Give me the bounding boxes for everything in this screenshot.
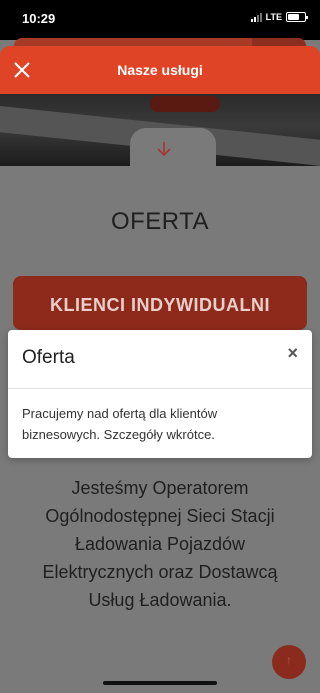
modal-close-button[interactable]: ×: [287, 343, 298, 364]
scroll-to-top-button[interactable]: ↑: [272, 645, 306, 679]
arrow-down-icon[interactable]: [157, 141, 171, 157]
header-bar: Nasze usługi: [0, 46, 320, 94]
status-time: 10:29: [22, 11, 56, 26]
hero-car: [150, 96, 220, 112]
battery-icon: [286, 12, 308, 22]
network-label: LTE: [265, 12, 282, 22]
home-indicator[interactable]: [103, 681, 217, 685]
status-indicators: LTE: [250, 12, 308, 22]
scroll-tab[interactable]: [130, 128, 216, 170]
header-title: Nasze usługi: [117, 62, 203, 78]
signal-icon: [250, 12, 262, 22]
offer-modal: Oferta × Pracujemy nad ofertą dla klient…: [8, 330, 312, 458]
status-bar: 10:29 LTE: [0, 0, 320, 40]
about-text: Jesteśmy Operatorem Ogólnodostępnej Siec…: [42, 478, 278, 610]
arrow-up-icon: ↑: [286, 653, 292, 667]
modal-body-text: Pracujemy nad ofertą dla klientów biznes…: [22, 406, 218, 442]
modal-title: Oferta: [22, 347, 75, 368]
modal-header: Oferta ×: [8, 330, 312, 389]
offer-heading: OFERTA: [110, 208, 210, 235]
individual-clients-button[interactable]: KLIENCI INDYWIDUALNI: [13, 276, 307, 330]
